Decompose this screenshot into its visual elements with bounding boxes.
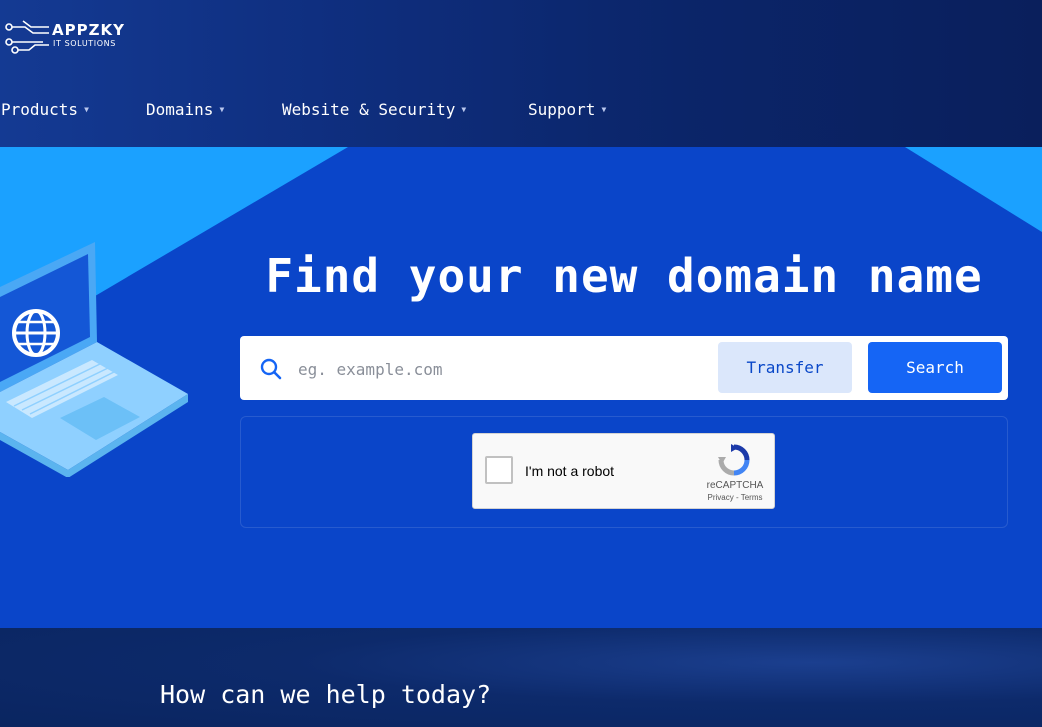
recaptcha-terms-link[interactable]: Terms bbox=[741, 493, 763, 502]
recaptcha-privacy-link[interactable]: Privacy bbox=[708, 493, 734, 502]
recaptcha-label: I'm not a robot bbox=[525, 463, 615, 479]
help-title: How can we help today? bbox=[160, 680, 492, 709]
search-icon bbox=[260, 358, 282, 380]
recaptcha-logo-icon bbox=[718, 444, 750, 476]
help-section: How can we help today? bbox=[0, 628, 1042, 727]
caret-down-icon: ▼ bbox=[461, 105, 467, 114]
recaptcha-link-separator: - bbox=[733, 493, 741, 502]
logo-name: APPZKY bbox=[52, 21, 125, 39]
search-button[interactable]: Search bbox=[868, 342, 1002, 393]
recaptcha-widget: I'm not a robot reCAPTCHA Privacy - Term… bbox=[472, 433, 775, 509]
nav-item-label: Products bbox=[1, 100, 79, 119]
domain-search-bar: Transfer Search bbox=[240, 336, 1008, 400]
recaptcha-links: Privacy - Terms bbox=[702, 493, 768, 502]
domain-search-hero: Find your new domain name Transfer Searc… bbox=[0, 147, 1042, 628]
caret-down-icon: ▼ bbox=[601, 105, 607, 114]
nav-item-support[interactable]: Support ▼ bbox=[528, 100, 606, 119]
nav-item-label: Support bbox=[528, 100, 596, 119]
caret-down-icon: ▼ bbox=[84, 105, 89, 114]
nav-item-website-security[interactable]: Website & Security ▼ bbox=[282, 100, 466, 119]
laptop-globe-illustration bbox=[0, 242, 188, 477]
site-header: APPZKY IT SOLUTIONS Products ▼ Domains ▼ W… bbox=[0, 0, 1042, 147]
domain-search-input[interactable] bbox=[296, 348, 710, 390]
captcha-container: I'm not a robot reCAPTCHA Privacy - Term… bbox=[240, 416, 1008, 528]
transfer-button[interactable]: Transfer bbox=[718, 342, 852, 393]
recaptcha-brand: reCAPTCHA bbox=[706, 480, 764, 491]
logo-tagline: IT SOLUTIONS bbox=[53, 39, 116, 48]
nav-item-label: Website & Security bbox=[282, 100, 456, 119]
hero-title: Find your new domain name bbox=[265, 249, 983, 303]
nav-item-label: Domains bbox=[146, 100, 214, 119]
caret-down-icon: ▼ bbox=[219, 105, 225, 114]
nav-item-products[interactable]: Products ▼ bbox=[1, 100, 89, 119]
recaptcha-checkbox[interactable] bbox=[485, 456, 513, 484]
nav-item-domains[interactable]: Domains ▼ bbox=[146, 100, 224, 119]
